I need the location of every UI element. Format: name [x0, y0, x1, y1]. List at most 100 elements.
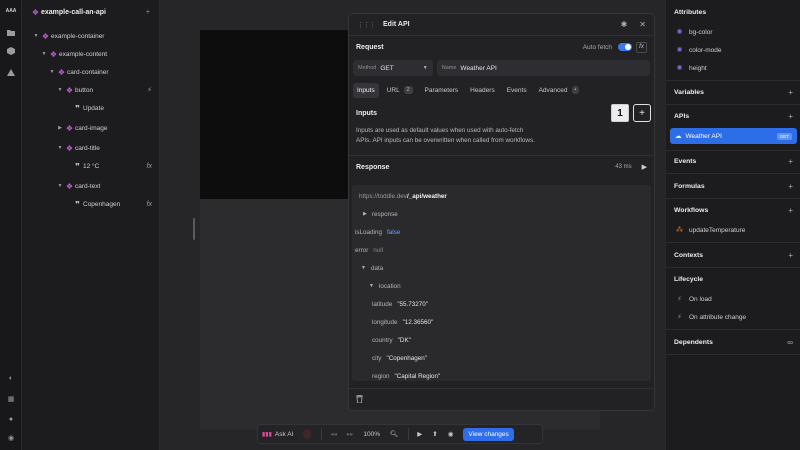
component-icon: ❖ [65, 181, 74, 191]
dialog-header[interactable]: ⋮⋮⋮ Edit API ✱ ✕ [349, 14, 654, 36]
add-input-button[interactable]: + [633, 104, 651, 122]
event-bolt-icon[interactable]: ⚡ [147, 86, 152, 94]
auto-fetch-label: Auto fetch [582, 43, 612, 51]
response-header: Response 43 ms ▶ [349, 156, 654, 178]
bulb-icon[interactable]: ● [6, 414, 16, 424]
tree-node[interactable]: ▼ ❖ card-text [56, 179, 160, 193]
divider [666, 173, 800, 174]
tree-node[interactable]: ▼ ❖ card-title [56, 141, 160, 155]
tree-node[interactable]: ▼ ❖ button ⚡ [56, 83, 160, 97]
caret-icon[interactable]: ▶ [56, 125, 64, 131]
tree-node[interactable]: ▼ ❖ example-container [32, 29, 160, 43]
play-icon[interactable]: ▶ [417, 430, 422, 438]
inputs-header: Inputs 1 + [349, 102, 654, 124]
caret-icon[interactable]: ▼ [40, 51, 48, 57]
tab-parameters[interactable]: Parameters [421, 83, 463, 98]
method-select[interactable]: Method GET ▼ [353, 60, 433, 76]
add-workflow-icon[interactable]: + [788, 206, 793, 215]
undo-icon[interactable]: ◂◂ [330, 430, 337, 438]
node-key: error [355, 246, 369, 254]
help-icon[interactable]: ◉ [6, 433, 16, 443]
tree-node[interactable]: ❞ 12 °C fx [72, 159, 160, 173]
tab-events[interactable]: Events [503, 83, 531, 98]
gear-icon: ✺ [676, 47, 683, 54]
link-icon[interactable]: ∞ [787, 338, 793, 347]
add-variable-icon[interactable]: + [788, 88, 793, 97]
workflow-item[interactable]: ⁂ updateTemperature [666, 223, 800, 237]
tab-badge: • [571, 86, 580, 94]
caret-icon[interactable]: ▼ [56, 87, 64, 93]
tree-node[interactable]: ▶ ❖ card-image [56, 121, 160, 135]
caret-icon[interactable]: ▼ [32, 33, 40, 39]
method-badge: GET [776, 132, 792, 140]
zoom-icon[interactable]: 🔍︎ [390, 430, 398, 438]
lifecycle-item[interactable]: ⚡ On attribute change [666, 310, 800, 324]
tab-headers[interactable]: Headers [466, 83, 499, 98]
caret-icon[interactable]: ▼ [48, 69, 56, 75]
ask-ai-button[interactable]: ▮▮▮ Ask AI [262, 431, 293, 438]
grid-icon[interactable]: ▦ [6, 394, 16, 404]
box-icon[interactable] [6, 46, 16, 56]
warning-icon[interactable] [6, 67, 16, 77]
zoom-level[interactable]: 100% [363, 431, 380, 438]
bug-icon[interactable]: ✱ [621, 20, 628, 29]
tree-node[interactable]: ❞ Update [72, 101, 160, 115]
tab-inputs[interactable]: Inputs [353, 82, 379, 98]
divider [666, 150, 800, 151]
response-node[interactable]: ▶ response [363, 208, 403, 220]
method-key: Method [358, 65, 377, 71]
auto-fetch-toggle[interactable] [618, 43, 632, 51]
location-node[interactable]: ▼ location [369, 280, 406, 292]
caret-icon[interactable]: ▼ [56, 145, 64, 151]
app-logo[interactable]: AAA [6, 6, 17, 16]
dialog-tabs: Inputs URL 2 Parameters Headers Events Ad… [349, 82, 654, 98]
data-node[interactable]: ▼ data [361, 262, 388, 274]
name-field[interactable]: Name Weather API [436, 60, 650, 76]
tree-node[interactable]: ❞ Copenhagen fx [72, 197, 160, 211]
formulas-section: Formulas + [666, 179, 800, 193]
record-icon[interactable] [303, 429, 312, 439]
preview-frame-dark[interactable] [200, 30, 350, 199]
gear-icon: ✺ [676, 65, 683, 72]
resize-handle[interactable] [193, 218, 195, 240]
api-label: Weather API [685, 132, 722, 140]
add-api-icon[interactable]: + [788, 112, 793, 121]
view-changes-button[interactable]: View changes [463, 427, 514, 441]
caret-icon[interactable]: ▼ [56, 183, 64, 189]
formula-icon[interactable]: fx [147, 201, 152, 208]
tree-node[interactable]: ▼ ❖ example-content [40, 47, 160, 61]
section-title: APIs [674, 112, 690, 120]
request-title: Request [356, 43, 384, 51]
add-formula-icon[interactable]: + [788, 182, 793, 191]
folder-icon[interactable] [6, 27, 16, 37]
stop-icon[interactable]: ◉ [448, 430, 454, 438]
add-icon[interactable]: + [146, 9, 150, 16]
attribute-item[interactable]: ✺ color-mode [666, 43, 800, 57]
attribute-item[interactable]: ✺ height [666, 61, 800, 75]
tree-root[interactable]: ❖ example-call-an-api + [30, 5, 160, 19]
caret-down-icon[interactable]: ▼ [369, 283, 374, 289]
tab-advanced[interactable]: Advanced • [535, 83, 584, 98]
close-icon[interactable]: ✕ [639, 20, 646, 29]
add-event-icon[interactable]: + [788, 157, 793, 166]
caret-down-icon[interactable]: ▼ [361, 265, 366, 271]
tab-url[interactable]: URL 2 [383, 83, 417, 98]
formula-button[interactable]: fx [636, 41, 647, 53]
attributes-section: Attributes [666, 5, 800, 19]
upload-icon[interactable]: ⬆ [432, 430, 437, 438]
component-icon: ❖ [49, 49, 58, 59]
tree-label: example-container [51, 32, 105, 40]
add-context-icon[interactable]: + [788, 251, 793, 260]
drag-handle-icon[interactable]: ⋮⋮⋮ [357, 21, 376, 29]
tree-node[interactable]: ▼ ❖ card-container [48, 65, 160, 79]
caret-right-icon[interactable]: ▶ [363, 211, 367, 217]
trash-icon[interactable] [356, 394, 363, 405]
formula-icon[interactable]: fx [147, 163, 152, 170]
palette-icon[interactable]: ◐ [6, 373, 16, 383]
api-item-weather[interactable]: ☁ Weather API GET [670, 128, 797, 144]
redo-icon[interactable]: ▸▸ [347, 430, 354, 438]
bolt-icon: ⚡ [677, 314, 682, 321]
play-icon[interactable]: ▶ [642, 163, 647, 171]
lifecycle-item[interactable]: ⚡ On load [666, 292, 800, 306]
attribute-item[interactable]: ✺ bg-color [666, 25, 800, 39]
